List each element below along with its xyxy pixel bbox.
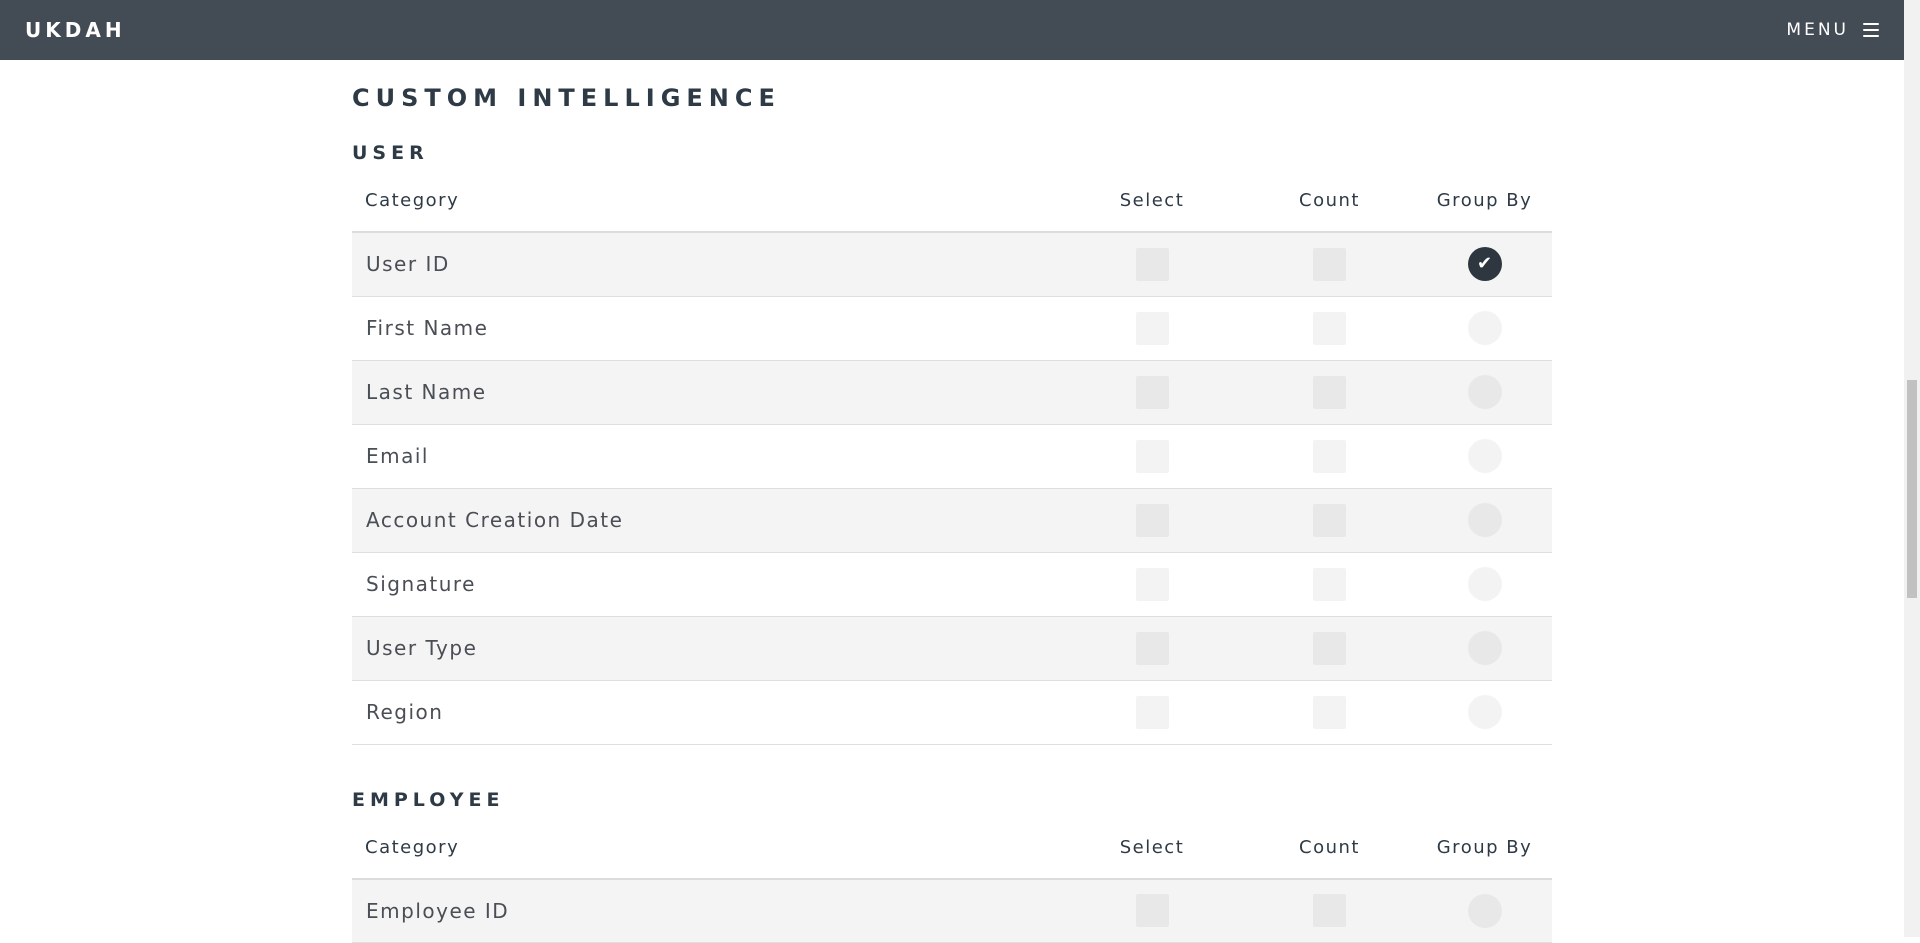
menu-button[interactable]: MENU bbox=[1786, 20, 1879, 40]
scrollbar-thumb[interactable] bbox=[1907, 380, 1917, 598]
select-checkbox[interactable] bbox=[1136, 568, 1169, 601]
category-label: Account Creation Date bbox=[352, 488, 1062, 552]
table-row: User Type ✔ bbox=[352, 616, 1552, 680]
table-row: Account Creation Date ✔ bbox=[352, 488, 1552, 552]
table-row: User ID ✔ bbox=[352, 232, 1552, 296]
count-checkbox[interactable] bbox=[1313, 248, 1346, 281]
group-by-radio[interactable]: ✔ bbox=[1468, 695, 1502, 729]
menu-label: MENU bbox=[1786, 20, 1849, 40]
select-checkbox[interactable] bbox=[1136, 440, 1169, 473]
group-by-radio[interactable]: ✔ bbox=[1468, 375, 1502, 409]
column-header-group-by: Group By bbox=[1417, 817, 1552, 879]
count-checkbox[interactable] bbox=[1313, 312, 1346, 345]
user-category-table: Category Select Count Group By User ID ✔… bbox=[352, 170, 1552, 745]
table-header-row: Category Select Count Group By bbox=[352, 817, 1552, 879]
count-checkbox[interactable] bbox=[1313, 632, 1346, 665]
group-by-radio[interactable]: ✔ bbox=[1468, 567, 1502, 601]
page-title: CUSTOM INTELLIGENCE bbox=[352, 78, 1552, 118]
group-by-radio[interactable]: ✔ bbox=[1468, 311, 1502, 345]
count-checkbox[interactable] bbox=[1313, 440, 1346, 473]
check-icon: ✔ bbox=[1477, 255, 1492, 273]
column-header-category: Category bbox=[352, 170, 1062, 232]
column-header-group-by: Group By bbox=[1417, 170, 1552, 232]
category-label: User ID bbox=[352, 232, 1062, 296]
category-label: User Type bbox=[352, 616, 1062, 680]
select-checkbox[interactable] bbox=[1136, 248, 1169, 281]
column-header-count: Count bbox=[1242, 817, 1417, 879]
column-header-select: Select bbox=[1062, 170, 1242, 232]
group-by-radio[interactable]: ✔ bbox=[1468, 894, 1502, 928]
table-row: Region ✔ bbox=[352, 680, 1552, 744]
select-checkbox[interactable] bbox=[1136, 894, 1169, 927]
table-row: First Name ✔ bbox=[352, 296, 1552, 360]
section-user: USER Category Select Count Group By User… bbox=[352, 136, 1552, 745]
top-navbar: UKDAH MENU bbox=[0, 0, 1904, 60]
category-label: Signature bbox=[352, 552, 1062, 616]
group-by-radio[interactable]: ✔ bbox=[1468, 503, 1502, 537]
category-label: Email bbox=[352, 424, 1062, 488]
group-by-radio[interactable]: ✔ bbox=[1468, 631, 1502, 665]
section-employee: EMPLOYEE Category Select Count Group By … bbox=[352, 783, 1552, 943]
category-label: Last Name bbox=[352, 360, 1062, 424]
select-checkbox[interactable] bbox=[1136, 504, 1169, 537]
table-row: Employee ID ✔ bbox=[352, 879, 1552, 943]
column-header-category: Category bbox=[352, 817, 1062, 879]
category-label: Employee ID bbox=[352, 879, 1062, 943]
table-header-row: Category Select Count Group By bbox=[352, 170, 1552, 232]
count-checkbox[interactable] bbox=[1313, 894, 1346, 927]
vertical-scrollbar[interactable] bbox=[1904, 0, 1920, 937]
count-checkbox[interactable] bbox=[1313, 696, 1346, 729]
group-by-radio[interactable]: ✔ bbox=[1468, 439, 1502, 473]
main-content: CUSTOM INTELLIGENCE USER Category Select… bbox=[352, 60, 1552, 943]
select-checkbox[interactable] bbox=[1136, 696, 1169, 729]
category-label: First Name bbox=[352, 296, 1062, 360]
table-row: Email ✔ bbox=[352, 424, 1552, 488]
category-label: Region bbox=[352, 680, 1062, 744]
section-title: EMPLOYEE bbox=[352, 783, 1552, 817]
section-title: USER bbox=[352, 136, 1552, 170]
table-row: Last Name ✔ bbox=[352, 360, 1552, 424]
hamburger-icon bbox=[1863, 23, 1879, 37]
column-header-count: Count bbox=[1242, 170, 1417, 232]
column-header-select: Select bbox=[1062, 817, 1242, 879]
select-checkbox[interactable] bbox=[1136, 376, 1169, 409]
table-row: Signature ✔ bbox=[352, 552, 1552, 616]
select-checkbox[interactable] bbox=[1136, 632, 1169, 665]
count-checkbox[interactable] bbox=[1313, 568, 1346, 601]
group-by-radio[interactable]: ✔ bbox=[1468, 247, 1502, 281]
select-checkbox[interactable] bbox=[1136, 312, 1169, 345]
count-checkbox[interactable] bbox=[1313, 504, 1346, 537]
brand-logo[interactable]: UKDAH bbox=[25, 18, 126, 42]
employee-category-table: Category Select Count Group By Employee … bbox=[352, 817, 1552, 943]
count-checkbox[interactable] bbox=[1313, 376, 1346, 409]
